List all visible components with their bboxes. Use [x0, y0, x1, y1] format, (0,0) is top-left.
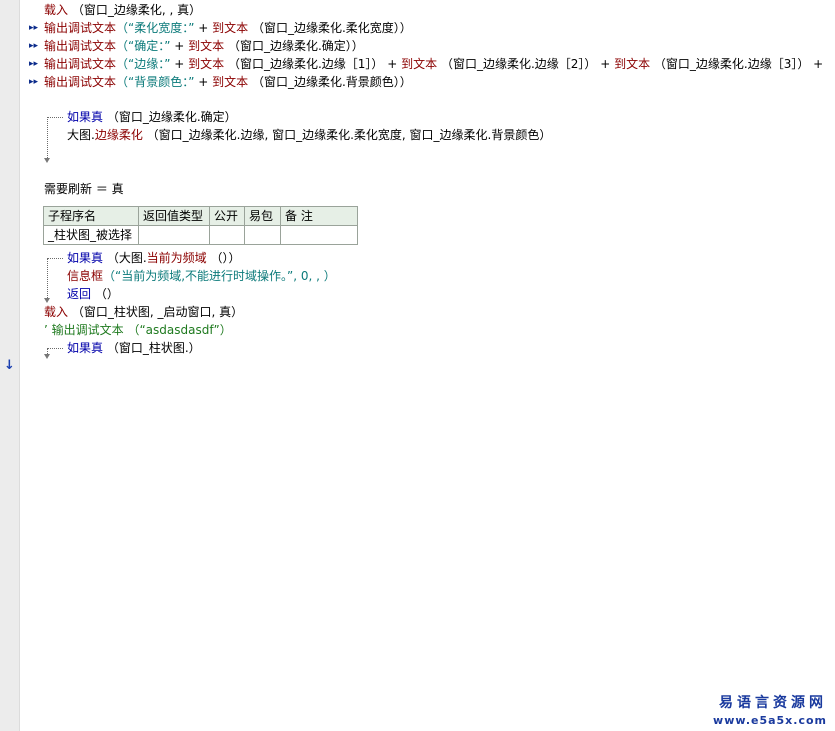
package-cell[interactable] [244, 225, 281, 245]
table-row[interactable]: _柱状图_被选择 [43, 225, 358, 245]
watermark-title: 易语言资源网 [719, 695, 827, 711]
keyword: 载入 [44, 305, 69, 319]
code-line-4[interactable]: 输出调试文本（“边缘：” + 到文本 （窗口_边缘柔化.边缘［1］） + 到文本… [44, 55, 823, 73]
object-name: 大图. [67, 128, 95, 142]
code-args: （窗口_边缘柔化.边缘［3］） [650, 57, 810, 71]
block-guide [47, 258, 48, 298]
table-header-row: 子程序名 返回值类型 公开 易包 备 注 [43, 206, 358, 226]
keyword: 输出调试文本 [44, 21, 117, 35]
code-args: （窗口_边缘柔化.确定） [103, 110, 237, 124]
string-literal: （“背景颜色：” [116, 75, 195, 89]
code-line-9[interactable]: 如果真 （大图.当前为频域 （）） [67, 249, 241, 267]
block-guide [47, 117, 48, 158]
keyword: 如果真 [67, 110, 104, 124]
assignment: 需要刷新 ＝ 真 [44, 182, 124, 196]
public-cell[interactable] [209, 225, 245, 245]
subroutine-table: 子程序名 返回值类型 公开 易包 备 注 _柱状图_被选择 [43, 206, 358, 245]
breakpoint-marker-icon[interactable]: ▸▸ [29, 55, 38, 73]
keyword: 如果真 [67, 341, 104, 355]
string-literal: （“确定：” [116, 39, 171, 53]
operator: + [194, 75, 213, 89]
code-args: （窗口_边缘柔化.柔化宽度）） [248, 21, 412, 35]
keyword: 输出调试文本 [44, 39, 117, 53]
code-line-7[interactable]: 大图.边缘柔化 （窗口_边缘柔化.边缘, 窗口_边缘柔化.柔化宽度, 窗口_边缘… [67, 126, 551, 144]
header-return-type: 返回值类型 [138, 206, 210, 226]
sub-name-cell[interactable]: _柱状图_被选择 [43, 225, 139, 245]
header-remark: 备 注 [280, 206, 358, 226]
code-args: （窗口_边缘柔化, , 真） [68, 3, 202, 17]
keyword: 载入 [44, 3, 69, 17]
code-args: （窗口_柱状图, _启动窗口, 真） [68, 305, 244, 319]
execution-cursor-icon: ↓ [4, 358, 15, 373]
block-guide [47, 258, 63, 259]
header-public: 公开 [209, 206, 245, 226]
code-args: （窗口_边缘柔化.边缘［2］） [437, 57, 597, 71]
operator: + [383, 57, 402, 71]
code-line-3[interactable]: 输出调试文本（“确定：” + 到文本 （窗口_边缘柔化.确定）） [44, 37, 364, 55]
return-type-cell[interactable] [138, 225, 210, 245]
code-line-13-comment[interactable]: ’ 输出调试文本 （“asdasdasdf”） [44, 321, 232, 339]
breakpoint-marker-icon[interactable]: ▸▸ [29, 73, 38, 91]
block-guide [47, 348, 63, 349]
code-line-5[interactable]: 输出调试文本（“背景颜色：” + 到文本 （窗口_边缘柔化.背景颜色）） [44, 73, 412, 91]
block-guide [47, 117, 63, 118]
comment-text: ’ 输出调试文本 （“asdasdasdf”） [44, 323, 232, 337]
breakpoint-marker-icon[interactable]: ▸▸ [29, 19, 38, 37]
code-line-14[interactable]: 如果真 （窗口_柱状图.） [67, 339, 201, 357]
operator: + [194, 21, 213, 35]
function-name: 到文本 [614, 57, 651, 71]
keyword: 输出调试文本 [44, 57, 117, 71]
watermark-url: www.e5a5x.com [713, 714, 827, 727]
keyword: 返回 [67, 287, 92, 301]
function-name: 到文本 [212, 75, 249, 89]
function-name: 到文本 [401, 57, 438, 71]
code-args: （窗口_边缘柔化.确定）） [224, 39, 364, 53]
remark-cell[interactable] [280, 225, 358, 245]
code-args: （窗口_边缘柔化.边缘［1］） [224, 57, 384, 71]
keyword: 输出调试文本 [44, 75, 117, 89]
function-name: 边缘柔化 [94, 128, 143, 142]
keyword: 信息框 [67, 269, 104, 283]
code-line-1[interactable]: 载入 （窗口_边缘柔化, , 真） [44, 1, 201, 19]
function-name: 到文本 [212, 21, 249, 35]
string-literal: （“当前为频域,不能进行时域操作。”, 0, , ） [103, 269, 336, 283]
code-args: （窗口_边缘柔化.边缘, 窗口_边缘柔化.柔化宽度, 窗口_边缘柔化.背景颜色） [142, 128, 552, 142]
keyword: 如果真 [67, 251, 104, 265]
code-args: （）） [206, 251, 241, 265]
operator: + [170, 57, 189, 71]
operator: + [170, 39, 189, 53]
code-args: （窗口_边缘柔化.背景颜色）） [248, 75, 412, 89]
operator: + [596, 57, 615, 71]
header-package: 易包 [244, 206, 281, 226]
string-literal: （“柔化宽度：” [116, 21, 195, 35]
block-end-arrow-icon [44, 354, 50, 359]
code-args: （窗口_柱状图.） [103, 341, 201, 355]
code-line-10[interactable]: 信息框（“当前为频域,不能进行时域操作。”, 0, , ） [67, 267, 336, 285]
breakpoint-marker-icon[interactable]: ▸▸ [29, 37, 38, 55]
function-name: 当前为频域 [146, 251, 207, 265]
code-args: （） [91, 287, 119, 301]
site-watermark: 易语言资源网 www.e5a5x.com [713, 692, 827, 727]
object-name: （大图. [103, 251, 147, 265]
block-end-arrow-icon [44, 158, 50, 163]
code-line-11[interactable]: 返回 （） [67, 285, 119, 303]
code-line-8[interactable]: 需要刷新 ＝ 真 [44, 180, 124, 198]
function-name: 到文本 [188, 57, 225, 71]
header-sub-name: 子程序名 [43, 206, 139, 226]
string-literal: （“边缘：” [116, 57, 171, 71]
code-line-6[interactable]: 如果真 （窗口_边缘柔化.确定） [67, 108, 237, 126]
function-name: 到文本 [188, 39, 225, 53]
code-line-12[interactable]: 载入 （窗口_柱状图, _启动窗口, 真） [44, 303, 243, 321]
code-line-2[interactable]: 输出调试文本（“柔化宽度：” + 到文本 （窗口_边缘柔化.柔化宽度）） [44, 19, 412, 37]
operator: + [809, 57, 824, 71]
